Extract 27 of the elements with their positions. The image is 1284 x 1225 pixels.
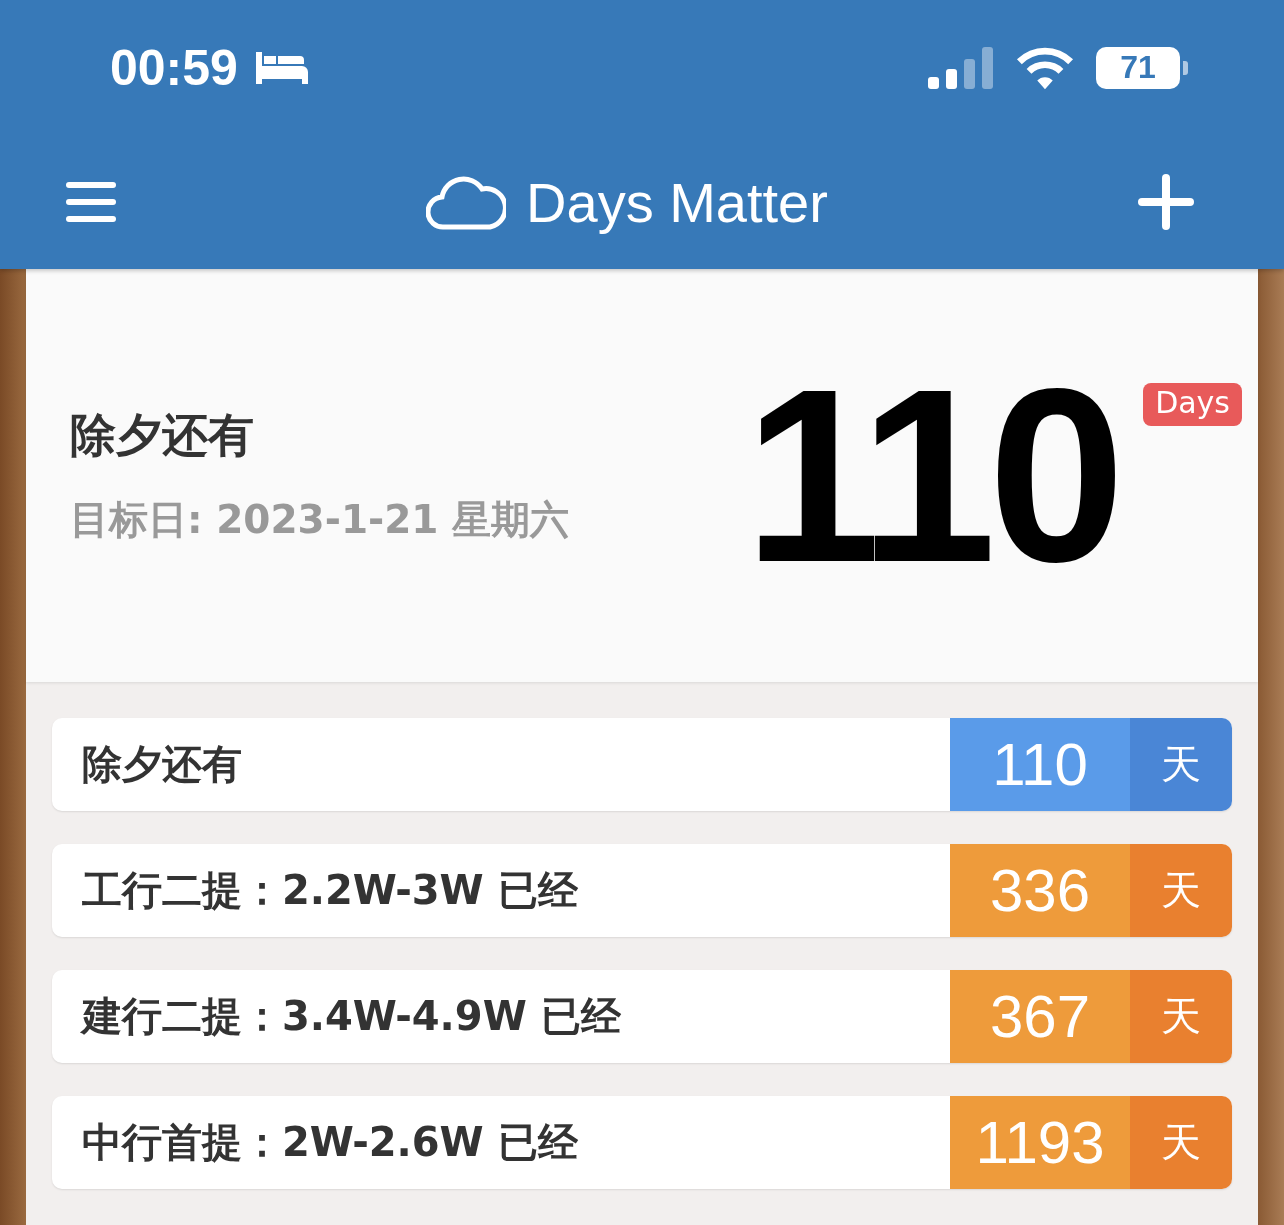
event-row[interactable]: 除夕还有 110 天 [52, 718, 1232, 811]
event-row[interactable]: 建行二提：3.4W-4.9W 已经 367 天 [52, 970, 1232, 1063]
event-title: 中行首提：2W-2.6W 已经 [81, 1118, 579, 1167]
day-unit: 天 [1130, 844, 1232, 937]
event-title: 建行二提：3.4W-4.9W 已经 [79, 992, 622, 1041]
day-count: 1193 [950, 1096, 1130, 1189]
day-count: 336 [950, 844, 1130, 937]
days-badge: Days [1143, 382, 1242, 426]
add-button[interactable] [1138, 174, 1194, 230]
bed-icon [253, 49, 310, 86]
event-title: 除夕还有 [81, 740, 243, 789]
signal-icon [928, 44, 994, 91]
day-count: 367 [950, 970, 1130, 1063]
event-title: 工行二提：2.2W-3W 已经 [81, 866, 579, 915]
event-title: 除夕还有 [70, 406, 255, 464]
event-row[interactable]: 工行二提：2.2W-3W 已经 336 天 [52, 844, 1232, 937]
target-date: 目标日: 2023-1-21 星期六 [70, 495, 570, 544]
day-unit: 天 [1130, 1096, 1232, 1189]
day-unit: 天 [1130, 970, 1232, 1063]
day-count: 110 [950, 718, 1130, 811]
day-unit: 天 [1130, 718, 1232, 811]
status-time: 00:59 [110, 38, 238, 97]
day-count: 110 [744, 352, 1118, 599]
event-row[interactable]: 中行首提：2W-2.6W 已经 1193 天 [52, 1096, 1232, 1189]
app-title: Days Matter [526, 169, 828, 235]
menu-button[interactable] [66, 180, 116, 224]
wifi-icon [1016, 45, 1074, 90]
